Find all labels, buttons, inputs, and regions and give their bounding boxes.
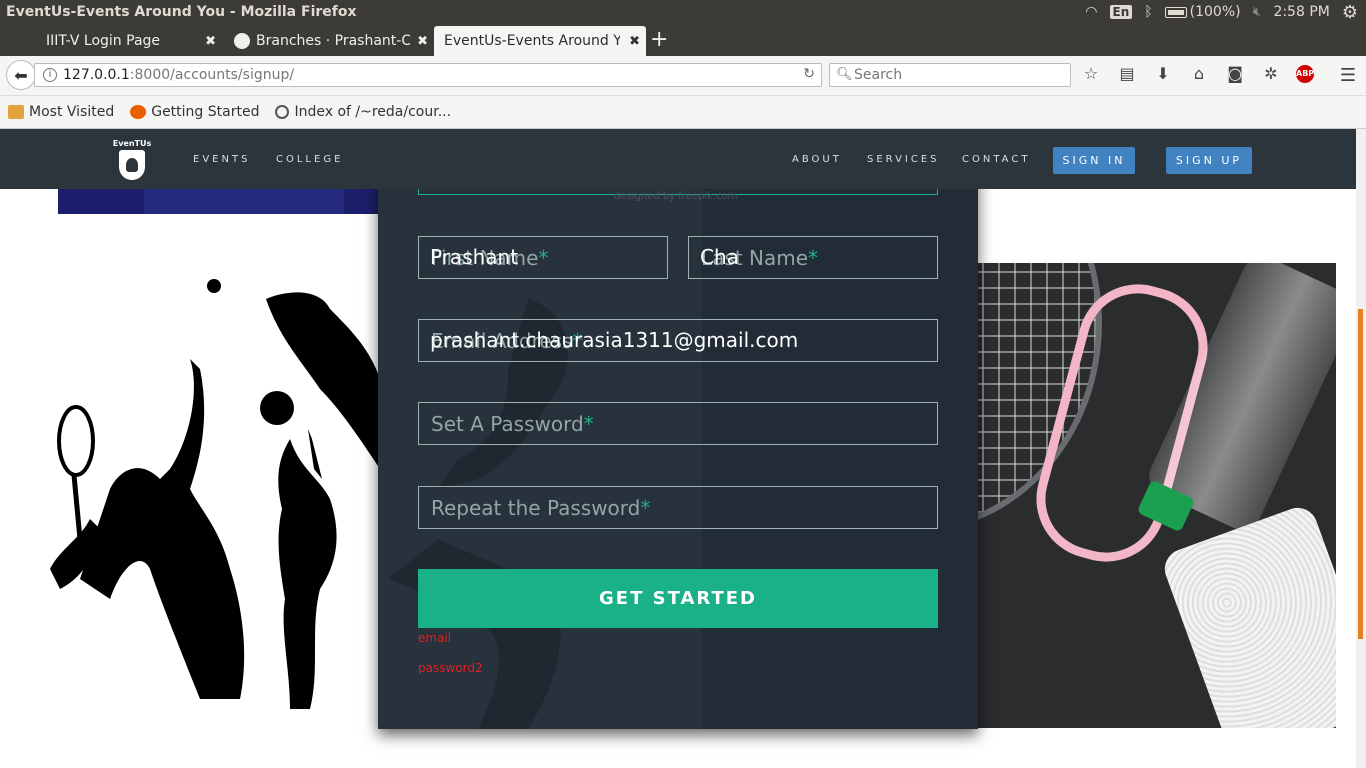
page-viewport: EvenTUs EVENTS COLLEGE ABOUT SERVICES CO…	[0, 129, 1356, 768]
signup-card: designed by freepik.com First Name* Pras…	[378, 159, 978, 729]
search-placeholder: Search	[854, 67, 903, 83]
nav-link-about[interactable]: ABOUT	[792, 154, 842, 165]
reload-icon[interactable]: ↻	[803, 66, 815, 82]
url-bar[interactable]: i 127.0.0.1 :8000/accounts/signup/ ↻	[34, 63, 822, 87]
reader-list-icon[interactable]: ▤	[1116, 64, 1138, 83]
error-email: email	[418, 631, 452, 645]
download-icon[interactable]: ⬇	[1152, 64, 1174, 83]
bluetooth-icon[interactable]: ᛒ	[1144, 4, 1152, 20]
guitar-logo-icon	[119, 150, 145, 180]
first-name-value: Prashant	[430, 245, 519, 269]
os-top-bar: EventUs-Events Around You - Mozilla Fire…	[0, 0, 1366, 24]
url-host: 127.0.0.1	[63, 67, 130, 83]
tab-title: EventUs-Events Around Y	[444, 33, 620, 49]
email-field[interactable]: Email Address* prashant.chaurasia1311@gm…	[418, 319, 938, 362]
tab-title: IIIT-V Login Page	[46, 33, 161, 49]
settings-gear-icon[interactable]: ⚙	[1342, 2, 1358, 23]
sign-up-button[interactable]: SIGN UP	[1166, 147, 1252, 174]
last-name-value: Cha	[700, 245, 739, 269]
logo-text: EvenTUs	[112, 139, 152, 148]
sports-silhouettes-image	[50, 279, 380, 709]
clock[interactable]: 2:58 PM	[1273, 4, 1329, 20]
tab-close-icon[interactable]: ✖	[629, 34, 640, 49]
last-name-field[interactable]: Last Name* Cha	[688, 236, 938, 279]
toolbar-icons: ☆ ▤ ⬇ ⌂ ◙ ✲ ABP	[1080, 64, 1314, 83]
page-scrollbar[interactable]	[1356, 129, 1366, 768]
tab-close-icon[interactable]: ✖	[417, 34, 428, 49]
adblock-plus-icon[interactable]: ABP	[1296, 64, 1314, 83]
system-tray: ◠ En ᛒ (100%) 🔇︎ 2:58 PM ⚙	[1085, 0, 1366, 24]
password-field[interactable]: Set A Password*	[418, 402, 938, 445]
bookmark-label: Index of /~reda/cour...	[294, 104, 452, 120]
tab-eventus[interactable]: EventUs-Events Around Y ✖	[434, 26, 646, 56]
battery-indicator[interactable]: (100%)	[1164, 4, 1241, 20]
browser-navbar: ⬅ i 127.0.0.1 :8000/accounts/signup/ ↻ 🔍…	[0, 56, 1366, 96]
error-password2: password2	[418, 661, 483, 675]
repeat-password-field[interactable]: Repeat the Password*	[418, 486, 938, 529]
keyboard-language-indicator[interactable]: En	[1109, 5, 1133, 19]
window-title: EventUs-Events Around You - Mozilla Fire…	[6, 4, 357, 20]
get-started-button[interactable]: GET STARTED	[418, 569, 938, 628]
scrollbar-thumb[interactable]	[1358, 309, 1363, 639]
back-arrow-icon: ⬅	[14, 65, 28, 85]
github-icon	[234, 33, 250, 49]
new-tab-button[interactable]: +	[650, 27, 668, 52]
pocket-icon[interactable]: ◙	[1224, 64, 1246, 83]
bookmark-label: Getting Started	[151, 104, 260, 120]
globe-icon	[275, 105, 290, 119]
site-info-icon[interactable]: i	[43, 68, 57, 82]
volume-muted-icon[interactable]: 🔇︎	[1253, 4, 1262, 20]
battery-percent: (100%)	[1189, 4, 1241, 20]
first-name-field[interactable]: First Name* Prashant	[418, 236, 668, 279]
firefox-icon	[130, 105, 147, 119]
extension-icon[interactable]: ✲	[1260, 64, 1282, 83]
sign-in-button[interactable]: SIGN IN	[1053, 147, 1135, 174]
bookmark-label: Most Visited	[29, 104, 115, 120]
bookmark-most-visited[interactable]: Most Visited	[8, 104, 114, 120]
designed-by-credit: designed by freepik.com	[614, 191, 738, 202]
url-path: :8000/accounts/signup/	[129, 67, 295, 83]
site-navbar: EvenTUs EVENTS COLLEGE ABOUT SERVICES CO…	[0, 129, 1356, 189]
back-button[interactable]: ⬅	[6, 60, 36, 90]
towel-shape	[1159, 502, 1336, 728]
tab-strip: IIIT-V Login Page ✖ Branches · Prashant-…	[0, 24, 1366, 56]
nav-link-services[interactable]: SERVICES	[867, 154, 940, 165]
search-icon: 🔍︎	[836, 67, 853, 82]
battery-icon	[1164, 6, 1187, 18]
folder-icon	[8, 105, 24, 119]
search-input[interactable]: 🔍︎ Search	[829, 63, 1071, 87]
bookmark-index-reda[interactable]: Index of /~reda/cour...	[275, 104, 451, 120]
nav-link-events[interactable]: EVENTS	[193, 154, 250, 165]
nav-link-college[interactable]: COLLEGE	[276, 154, 343, 165]
home-icon[interactable]: ⌂	[1188, 64, 1210, 83]
tab-branches[interactable]: Branches · Prashant-Cl ✖	[222, 26, 434, 56]
tab-close-icon[interactable]: ✖	[205, 34, 216, 49]
bookmarks-bar: Most Visited Getting Started Index of /~…	[0, 96, 1366, 129]
wifi-icon[interactable]: ◠	[1085, 4, 1097, 20]
repeat-password-placeholder: Repeat the Password*	[431, 496, 651, 520]
site-logo[interactable]: EvenTUs	[112, 139, 152, 181]
tab-title: Branches · Prashant-Cl	[256, 33, 410, 49]
bookmark-getting-started[interactable]: Getting Started	[130, 104, 259, 120]
nav-link-contact[interactable]: CONTACT	[962, 154, 1030, 165]
tab-iiitv-login[interactable]: IIIT-V Login Page ✖	[0, 26, 222, 56]
bookmark-star-icon[interactable]: ☆	[1080, 64, 1102, 83]
email-value: prashant.chaurasia1311@gmail.com	[430, 328, 799, 352]
hamburger-menu-icon[interactable]: ☰	[1340, 65, 1356, 86]
password-placeholder: Set A Password*	[431, 412, 594, 436]
